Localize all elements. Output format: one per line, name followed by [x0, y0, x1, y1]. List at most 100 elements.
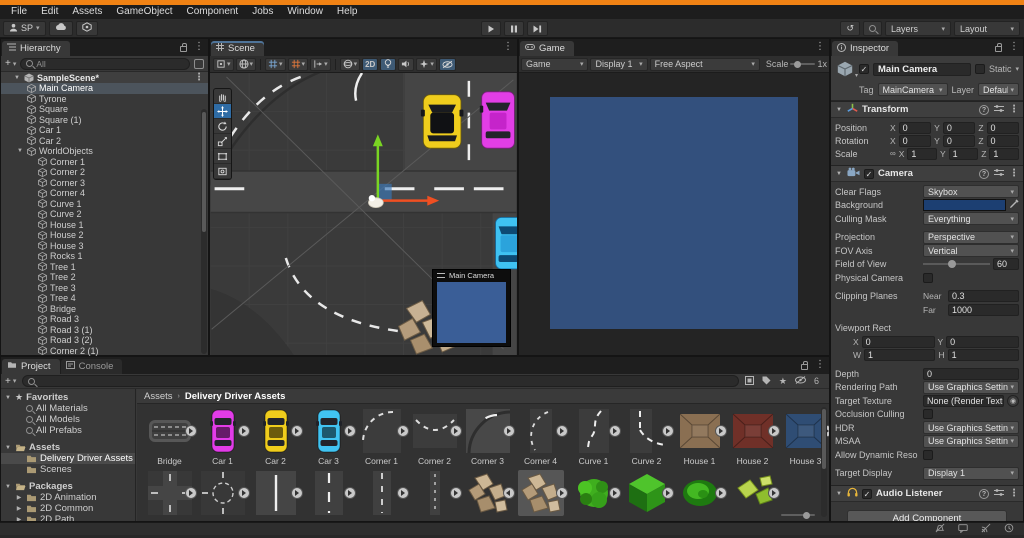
- asset-road-straight[interactable]: [249, 470, 303, 521]
- expand-subassets-icon[interactable]: [184, 425, 197, 437]
- grid-blue-button[interactable]: ▾: [265, 57, 286, 71]
- project-tree-all-models[interactable]: All Models: [1, 414, 135, 425]
- project-tree-favorites[interactable]: ▼ ★ Favorites: [1, 392, 135, 403]
- expand-subassets-icon[interactable]: [396, 487, 409, 499]
- audio-listener-header[interactable]: ▼ ✓ Audio Listener ? ⋮: [831, 485, 1023, 502]
- favorite-search-icon[interactable]: ★: [779, 376, 787, 387]
- hierarchy-item-corner-1[interactable]: Corner 1: [1, 157, 208, 168]
- foldout-arrow[interactable]: ▼: [4, 395, 12, 401]
- hierarchy-item-curve-2[interactable]: Curve 2: [1, 209, 208, 220]
- audio-enabled-checkbox[interactable]: ✓: [862, 488, 872, 499]
- undo-history-button[interactable]: ↺: [840, 21, 860, 36]
- hierarchy-item-main-camera[interactable]: Main Camera: [1, 83, 208, 94]
- project-tree-all-prefabs[interactable]: All Prefabs: [1, 425, 135, 436]
- hierarchy-item-curve-1[interactable]: Curve 1: [1, 199, 208, 210]
- search-by-label-icon[interactable]: [762, 376, 771, 387]
- hierarchy-item-bridge[interactable]: Bridge: [1, 304, 208, 315]
- hierarchy-item-house-1[interactable]: House 1: [1, 220, 208, 231]
- presets-icon[interactable]: [994, 168, 1004, 179]
- hierarchy-item-road-3-1[interactable]: Road 3 (1): [1, 325, 208, 336]
- play-button[interactable]: [481, 21, 501, 36]
- clear-flags-dropdown[interactable]: Skybox ▾: [923, 185, 1019, 199]
- field-of-view-slider[interactable]: [923, 258, 990, 270]
- transform-tool-button[interactable]: [214, 164, 231, 179]
- rotation-z-field[interactable]: 0: [986, 134, 1019, 147]
- scene-header-row[interactable]: ▼ SampleScene* ⋮: [1, 72, 208, 83]
- rect-tool-button[interactable]: [214, 149, 231, 164]
- asset-house-2[interactable]: House 2: [726, 408, 780, 466]
- foldout-arrow[interactable]: ▼: [835, 107, 843, 113]
- globe-button[interactable]: ▾: [235, 57, 257, 71]
- message-icon[interactable]: [958, 520, 968, 538]
- scale-slider[interactable]: [790, 60, 816, 68]
- menu-help[interactable]: Help: [330, 5, 365, 19]
- menu-gameobject[interactable]: GameObject: [109, 5, 179, 19]
- expand-subassets-icon[interactable]: [184, 487, 197, 499]
- expand-subassets-icon[interactable]: [714, 487, 727, 499]
- account-button[interactable]: SP ▾: [3, 20, 46, 36]
- expand-subassets-icon[interactable]: [449, 425, 462, 437]
- asset-rocks-2[interactable]: [514, 470, 568, 521]
- grid-orange-button[interactable]: ▾: [287, 57, 309, 71]
- foldout-arrow[interactable]: ▼: [13, 75, 21, 81]
- asset-curve-2[interactable]: Curve 2: [620, 408, 674, 466]
- expand-subassets-icon[interactable]: [343, 487, 356, 499]
- scene-car-blue[interactable]: [495, 217, 517, 270]
- help-icon[interactable]: ?: [979, 104, 989, 115]
- active-checkbox[interactable]: ✓: [859, 64, 869, 74]
- hierarchy-item-tyrone[interactable]: Tyrone: [1, 94, 208, 105]
- hierarchy-add-button[interactable]: + ▾: [5, 58, 16, 69]
- search-by-type-icon[interactable]: [744, 375, 754, 387]
- tab-console[interactable]: Console: [60, 359, 123, 374]
- expand-subassets-icon[interactable]: [661, 425, 674, 437]
- expand-subassets-icon[interactable]: [767, 425, 780, 437]
- expand-subassets-icon[interactable]: [714, 425, 727, 437]
- tag-dropdown[interactable]: MainCamera ▾: [877, 83, 948, 96]
- foldout-arrow[interactable]: ▶: [15, 505, 23, 512]
- scale-x-field[interactable]: 1: [907, 147, 937, 160]
- menu-component[interactable]: Component: [180, 5, 246, 19]
- layers-dropdown[interactable]: Layers ▾: [885, 21, 951, 36]
- tab-scene[interactable]: Scene: [211, 41, 264, 56]
- scene-menu-icon[interactable]: ⋮: [194, 72, 204, 83]
- project-tree-2d-common[interactable]: ▶ 2D Common: [1, 503, 135, 514]
- breadcrumb-assets[interactable]: Assets: [144, 391, 173, 402]
- foldout-arrow[interactable]: ▼: [4, 484, 12, 490]
- asset-tree-flat[interactable]: [673, 470, 727, 521]
- help-icon[interactable]: ?: [979, 488, 989, 499]
- viewport-w-field[interactable]: 1: [864, 349, 936, 362]
- expand-subassets-icon[interactable]: [608, 425, 621, 437]
- project-search-input[interactable]: [22, 375, 739, 387]
- expand-subassets-icon[interactable]: [343, 425, 356, 437]
- panel-menu-icon[interactable]: ⋮: [194, 42, 204, 52]
- expand-subassets-icon[interactable]: [396, 425, 409, 437]
- hierarchy-item-corner-4[interactable]: Corner 4: [1, 188, 208, 199]
- bulb-button[interactable]: [380, 57, 397, 71]
- hierarchy-item-house-2[interactable]: House 2: [1, 230, 208, 241]
- asset-corner-3[interactable]: Corner 3: [461, 408, 515, 466]
- step-button[interactable]: [527, 21, 548, 36]
- target-display-dropdown[interactable]: Display 1 ▾: [923, 466, 1019, 480]
- hierarchy-item-square[interactable]: Square: [1, 104, 208, 115]
- field-of-view-field[interactable]: 60: [993, 258, 1019, 271]
- lock-icon[interactable]: [995, 42, 1002, 52]
- 2d-button[interactable]: 2D: [362, 57, 379, 71]
- hidden-packages-icon[interactable]: [794, 376, 806, 386]
- hierarchy-item-tree-1[interactable]: Tree 1: [1, 262, 208, 273]
- rotation-y-field[interactable]: 0: [942, 134, 976, 147]
- depth-field[interactable]: 0: [923, 367, 1019, 380]
- expand-subassets-icon[interactable]: [449, 487, 462, 499]
- display-dropdown[interactable]: Display 1 ▾: [590, 57, 648, 71]
- component-menu-icon[interactable]: ⋮: [1009, 168, 1019, 179]
- foldout-arrow[interactable]: ▶: [15, 516, 23, 521]
- hierarchy-item-corner-3[interactable]: Corner 3: [1, 178, 208, 189]
- hierarchy-item-road-3[interactable]: Road 3: [1, 314, 208, 325]
- move-tool-button[interactable]: [214, 104, 231, 119]
- culling-mask-dropdown[interactable]: Everything ▾: [923, 212, 1019, 226]
- hierarchy-item-car-1[interactable]: Car 1: [1, 125, 208, 136]
- hierarchy-item-road-3-2[interactable]: Road 3 (2): [1, 335, 208, 346]
- game-view-dropdown[interactable]: Game ▾: [521, 57, 589, 71]
- expand-subassets-icon[interactable]: [555, 487, 568, 499]
- scale-y-field[interactable]: 1: [948, 147, 979, 160]
- gameobject-cube-icon[interactable]: ▾: [835, 59, 858, 79]
